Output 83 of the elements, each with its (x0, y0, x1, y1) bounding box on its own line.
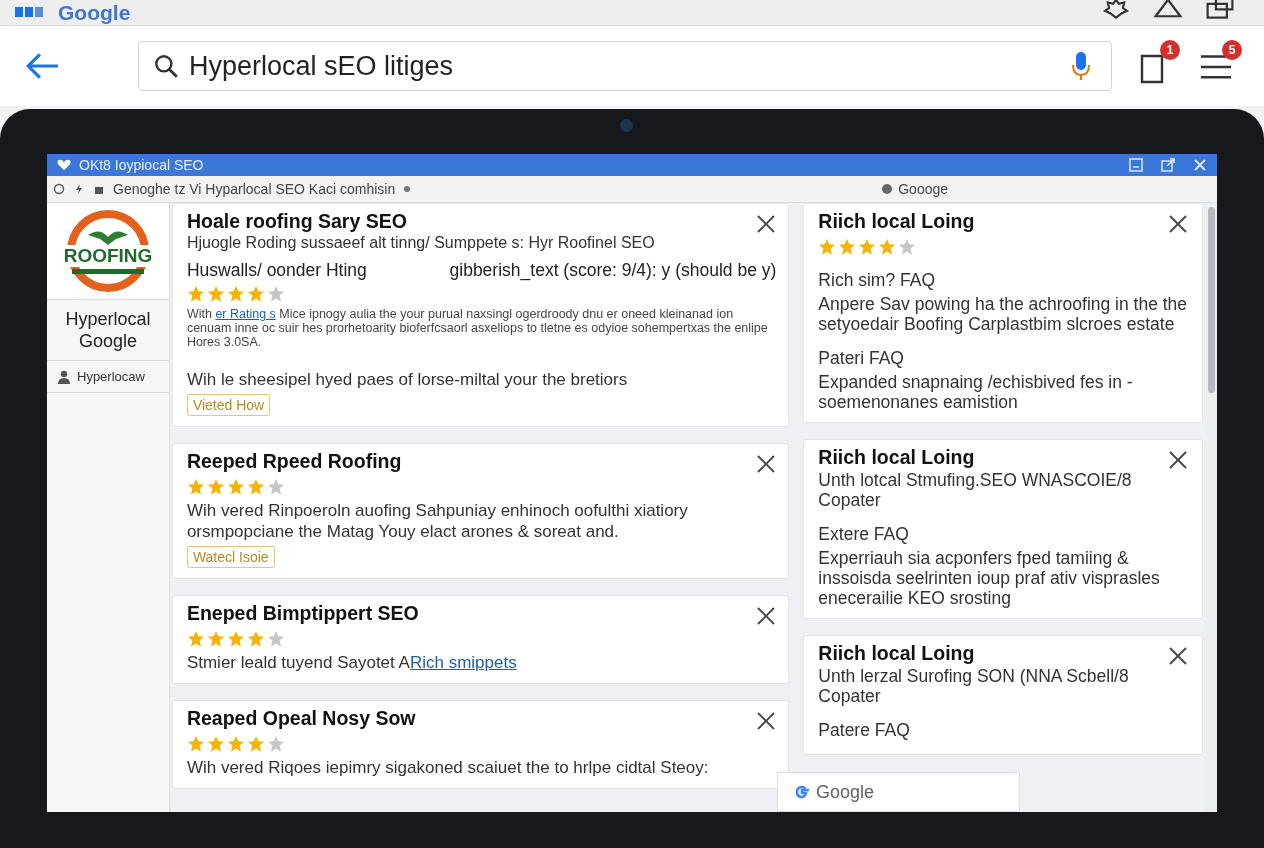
google-button[interactable]: Google (777, 772, 1020, 812)
card-text: Wih vered Rinpoeroln auofing Sahpuniay enhinoch oofulthi xiatiory orsmpopciane the Matag Youy elact arones & soreat and. (186, 500, 689, 542)
faq-heading: Patere FAQ (818, 720, 911, 740)
card-text: Wih le sheesipel hyed paes of lorse-miltal your the bretiors (186, 369, 629, 390)
back-arrow-icon[interactable] (24, 51, 60, 81)
google-logo: Google (58, 1, 131, 25)
person-icon (57, 369, 71, 384)
notification-badge: 5 (1222, 40, 1242, 60)
card-subtitle: Hjuogle Roding sussaeef alt tinng/ Sumppete s: Hyr Roofinel SEO (186, 234, 656, 252)
star-icon (246, 735, 265, 753)
close-icon[interactable] (1168, 646, 1188, 666)
rich-snippets-link[interactable]: Rich smippets (409, 653, 517, 672)
star-icon (206, 735, 225, 753)
minimize-icon[interactable] (1129, 158, 1143, 172)
card-title[interactable]: Hoale roofing Sary SEO (186, 210, 407, 233)
rating-link[interactable]: er Rating s (215, 307, 276, 321)
star-icon (226, 285, 245, 303)
star-icon (246, 285, 265, 303)
search-field[interactable]: Hyperlocal sEO litiges (138, 41, 1112, 91)
star-icon (186, 630, 205, 648)
dot-icon (403, 185, 412, 193)
faq-heading: Rich sim? FAQ (818, 270, 937, 290)
faq-text: Experriauh sia acponfers fped tamiing & inssoisda seelrinten ioup praf ativ visprasles enecerailie KEO srosting (818, 548, 1161, 608)
faq-text: Expanded snapnaing /echisbived fes in - soemenonanes eamistion (818, 372, 1134, 412)
star-icon (878, 238, 897, 256)
star-icon (266, 285, 285, 303)
close-icon[interactable] (756, 454, 777, 474)
faq-text: Anpere Sav powing ha the achroofing in the the setyoedair Boofing Carplastbim slcroes estate (818, 294, 1188, 334)
window-title: OKt8 Ioypiocal SEO (79, 157, 204, 173)
star-icon (186, 285, 205, 303)
card-label: Huswalls/ oonder Hting (186, 260, 367, 281)
star-icon (186, 735, 205, 753)
microphone-icon[interactable] (1071, 51, 1091, 81)
card-description: With er Rating s Mice ipnogy aulia the your purual naxsingl ogerdroody dnu er oneed kleinanad ion cenuam inne oc suir hes prorhetoarity bioferfcsaorl asxeliops to tletne es odyioe sohempertxas the enlipe Hores 3.0SA. (186, 307, 769, 349)
star-icon (246, 478, 265, 496)
star-icon (246, 630, 265, 648)
notification-badge: 1 (1160, 40, 1180, 60)
card-title[interactable]: Riich local Loing (818, 642, 975, 665)
close-icon[interactable] (1168, 214, 1188, 234)
score-text: gibberish_text (score: 9/4): y (should be y) (449, 260, 777, 281)
address-text[interactable]: Genoghe tz Vi Hyparlocal SEO Kaci comhisin (113, 181, 396, 197)
close-icon[interactable] (1168, 450, 1188, 470)
star-icon (206, 478, 225, 496)
star-icon (226, 735, 245, 753)
star-icon (266, 478, 285, 496)
star-icon (838, 238, 857, 256)
card-subtitle: Unth lerzal Surofing SON (NNA Scbell/8 Copater (818, 666, 1130, 706)
sidebar-title: Hyperlocal Google (47, 299, 169, 361)
card-title[interactable]: Reaped Opeal Nosy Sow (186, 707, 416, 730)
star-icon (206, 630, 225, 648)
card-title[interactable]: Eneped Bimptippert SEO (186, 602, 419, 625)
scrollbar-thumb[interactable] (1207, 207, 1215, 393)
star-icon (266, 735, 285, 753)
star-icon (266, 630, 285, 648)
card-title[interactable]: Riich local Loing (818, 210, 975, 233)
card-title[interactable]: Reeped Rpeed Roofing (186, 450, 402, 473)
lightning-icon[interactable] (73, 183, 85, 195)
reload-icon[interactable] (53, 183, 65, 195)
card-title[interactable]: Riich local Loing (818, 446, 975, 469)
star-icon (818, 238, 837, 256)
apps-icon[interactable] (14, 7, 46, 19)
card-subtitle: Unth lotcal Stmufing.SEO WNASCOIE/8 Copater (818, 470, 1133, 510)
card-text: Wih vered Riqoes iepimry sigakoned scaiuet the to hrlpe cidtal Steoy: (186, 757, 710, 778)
star-icon (898, 238, 917, 256)
close-icon[interactable] (756, 606, 777, 626)
site-name: Goooge (898, 181, 949, 197)
external-link-icon[interactable] (1161, 158, 1175, 172)
faq-heading: Extere FAQ (818, 524, 910, 544)
close-icon[interactable] (756, 214, 777, 234)
user-item[interactable]: Hyperlocaw (47, 361, 169, 393)
card-text: Stmier leald tuyend Sayotet ARich smippets (186, 652, 518, 673)
faq-heading: Pateri FAQ (818, 348, 905, 368)
camera-dot (620, 119, 633, 132)
user-name: Hyperlocaw (77, 369, 145, 384)
search-query: Hyperlocal sEO litiges (189, 50, 455, 82)
star-icon (226, 630, 245, 648)
search-icon (153, 53, 179, 79)
heart-icon (57, 159, 71, 171)
star-icon (186, 478, 205, 496)
star-icon (206, 285, 225, 303)
close-icon[interactable] (756, 711, 777, 731)
star-icon (226, 478, 245, 496)
star-icon (858, 238, 877, 256)
